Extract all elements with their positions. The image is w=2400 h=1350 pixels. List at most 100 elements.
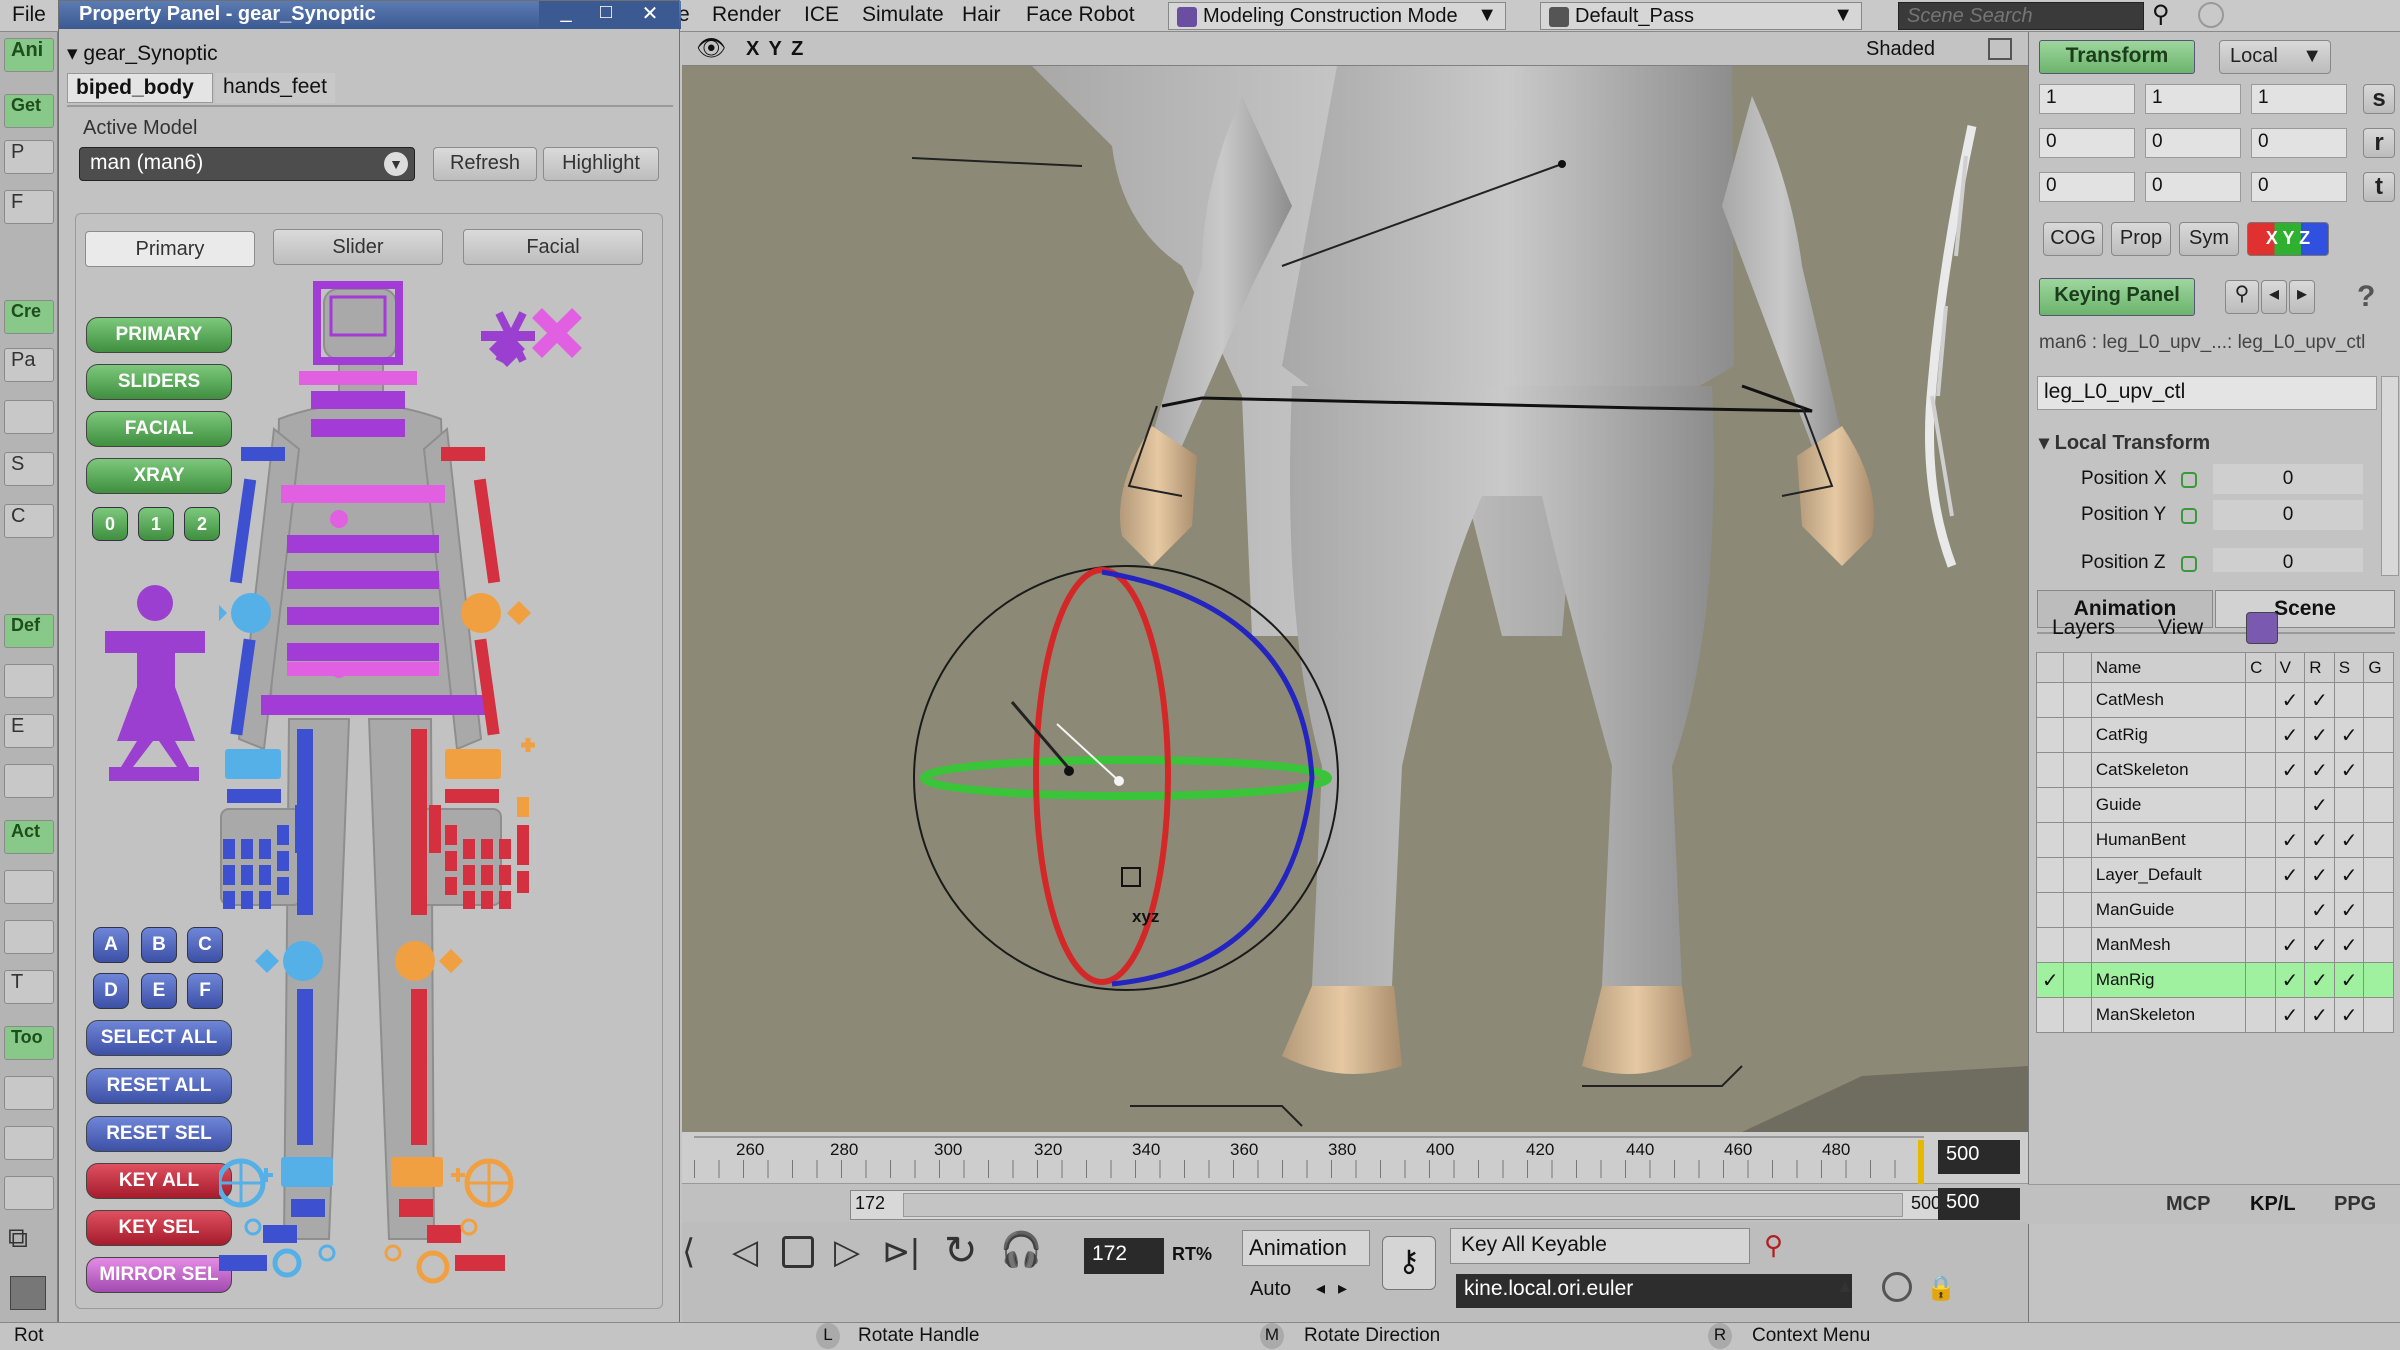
primary-button[interactable]: PRIMARY (86, 317, 232, 353)
xray-button[interactable]: XRAY (86, 458, 232, 494)
layer-name[interactable]: Guide (2090, 787, 2247, 823)
animate-tab[interactable]: Ani (4, 38, 54, 72)
layer-name[interactable]: CatMesh (2090, 682, 2247, 718)
menu-simulate[interactable]: Simulate (862, 3, 944, 27)
heel-left-control[interactable] (455, 1255, 505, 1271)
actions-button[interactable]: Act (4, 820, 54, 854)
selection-set-f-button[interactable]: F (187, 973, 223, 1009)
table-row[interactable]: ManGuide ✓ ✓ (2035, 892, 2394, 928)
foot-right-roll-control[interactable] (272, 1248, 302, 1278)
neck-base-control[interactable] (311, 391, 405, 409)
audio-icon[interactable]: 🎧 (1000, 1230, 1042, 1270)
command-button-blank7[interactable] (4, 1126, 54, 1160)
rotation-z-field[interactable]: 0 (2251, 128, 2347, 158)
param-value-field[interactable]: 0 (2213, 464, 2363, 494)
axis-toggles[interactable]: X Y Z (746, 38, 805, 61)
table-row[interactable]: CatSkeleton ✓ ✓ ✓ (2035, 752, 2394, 788)
leg-right-upv-control[interactable] (255, 949, 279, 973)
menu-face-robot[interactable]: Face Robot (1026, 3, 1135, 27)
set-key-icon[interactable]: ⚷ (1382, 1236, 1436, 1290)
refresh-button[interactable]: Refresh (433, 147, 537, 181)
menu-ice[interactable]: ICE (804, 3, 839, 27)
sym-button[interactable]: Sym (2179, 222, 2239, 256)
command-button-p[interactable]: P (4, 140, 54, 174)
command-button-s[interactable]: S (4, 452, 54, 486)
table-row-selected[interactable]: ✓ ManRig ✓ ✓ ✓ (2035, 962, 2394, 998)
table-row[interactable]: ManSkeleton ✓ ✓ ✓ (2035, 997, 2394, 1033)
chest-upper-control[interactable] (311, 419, 405, 437)
command-button-t[interactable]: T (4, 970, 54, 1004)
hip-upper-control[interactable] (287, 662, 439, 676)
arm-left-shoulder-control[interactable] (441, 447, 485, 461)
range-slider-track[interactable] (903, 1193, 1903, 1217)
new-layer-icon[interactable] (2246, 612, 2278, 644)
command-button-e[interactable]: E (4, 714, 54, 748)
selection-set-c-button[interactable]: C (187, 927, 223, 963)
command-button-blank6[interactable] (4, 1076, 54, 1110)
arm-left-upper-control[interactable] (473, 478, 501, 584)
col-g[interactable]: G (2363, 652, 2394, 683)
maximize-icon[interactable]: □ (591, 1, 621, 27)
translate-tool-button[interactable]: t (2363, 172, 2395, 202)
tab-hands-feet[interactable]: hands_feet (215, 73, 335, 103)
character-select-icon[interactable] (97, 581, 207, 787)
scene-search-input[interactable] (1898, 2, 2144, 30)
scale-tool-button[interactable]: s (2363, 84, 2395, 114)
stop-icon[interactable] (782, 1236, 814, 1268)
toe-left-control[interactable] (427, 1225, 461, 1243)
local-transform-header[interactable]: ▾ Local Transform (2039, 430, 2210, 455)
reference-space-dropdown[interactable]: Local ▼ (2219, 40, 2331, 74)
spine-pivot-control[interactable] (330, 510, 348, 528)
foot-left-fk-control[interactable] (399, 1199, 433, 1217)
subtab-primary[interactable]: Primary (85, 231, 255, 267)
selected-object-field[interactable]: leg_L0_upv_ctl (2037, 376, 2377, 410)
arm-right-pole-control[interactable] (219, 601, 227, 625)
leg-right-lower-control[interactable] (297, 989, 313, 1145)
render-pass-dropdown[interactable]: Default_Pass ▼ (1540, 2, 1862, 30)
foot-left-roll-control[interactable] (416, 1250, 450, 1284)
deform-button[interactable]: Def (4, 614, 54, 648)
key-next-icon[interactable]: ▸ (2289, 280, 2315, 314)
tab-biped-body[interactable]: biped_body (67, 73, 213, 103)
arm-left-pole-control[interactable] (507, 601, 531, 625)
tools-button[interactable]: Too (4, 1026, 54, 1060)
cog-pivot-control[interactable] (332, 664, 346, 678)
current-frame-field[interactable]: 172 (1084, 1238, 1164, 1274)
minimize-icon[interactable]: _ (551, 1, 581, 27)
play-icon[interactable]: ▷ (834, 1232, 860, 1272)
reset-sel-button[interactable]: RESET SEL (86, 1116, 232, 1152)
spine-control-2[interactable] (287, 571, 439, 589)
layer-2-button[interactable]: 2 (184, 507, 220, 541)
range-slider[interactable]: 172 500 (850, 1190, 1950, 1220)
spine-control-4[interactable] (287, 643, 439, 661)
leg-right-knee-control[interactable] (283, 941, 323, 981)
previous-key-icon[interactable]: ⟨ (682, 1232, 695, 1272)
foot-right-fk-control[interactable] (291, 1199, 325, 1217)
rotate-tool-button[interactable]: r (2363, 128, 2395, 158)
select-all-button[interactable]: SELECT ALL (86, 1020, 232, 1056)
chest-control[interactable] (281, 485, 445, 503)
spine-control-3[interactable] (287, 607, 439, 625)
axis-constraint-toggles[interactable]: X Y Z (2247, 222, 2329, 256)
table-row[interactable]: Layer_Default ✓ ✓ ✓ (2035, 857, 2394, 893)
layer-name[interactable]: ManSkeleton (2090, 997, 2247, 1033)
spine-control-1[interactable] (287, 535, 439, 553)
range-start-field[interactable]: 172 (855, 1193, 885, 1214)
3d-viewport[interactable]: 👁 X Y Z Shaded xyz (682, 32, 2028, 1132)
keying-scrollbar[interactable] (2381, 376, 2399, 576)
layer-name[interactable]: CatSkeleton (2090, 752, 2247, 788)
prop-button[interactable]: Prop (2111, 222, 2171, 256)
auto-right-arrow-icon[interactable]: ▸ (1338, 1278, 1347, 1299)
gizmo-handle-icon[interactable] (1121, 867, 1141, 887)
hand-right-fk-control[interactable] (227, 789, 281, 803)
parameter-path-field[interactable]: kine.local.ori.euler (1456, 1274, 1852, 1308)
realtime-toggle[interactable]: RT% (1172, 1244, 1212, 1265)
neck-control[interactable] (299, 371, 417, 385)
step-back-icon[interactable]: ◁ (732, 1232, 758, 1272)
key-all-button[interactable]: KEY ALL (86, 1163, 232, 1199)
leg-left-knee-control[interactable] (395, 941, 435, 981)
animation-mode-button[interactable]: Animation (1242, 1230, 1370, 1266)
auto-key-toggle[interactable]: Auto (1250, 1278, 1291, 1301)
scale-x-field[interactable]: 1 (2039, 84, 2135, 114)
scene-tab[interactable]: Scene (2215, 590, 2395, 628)
